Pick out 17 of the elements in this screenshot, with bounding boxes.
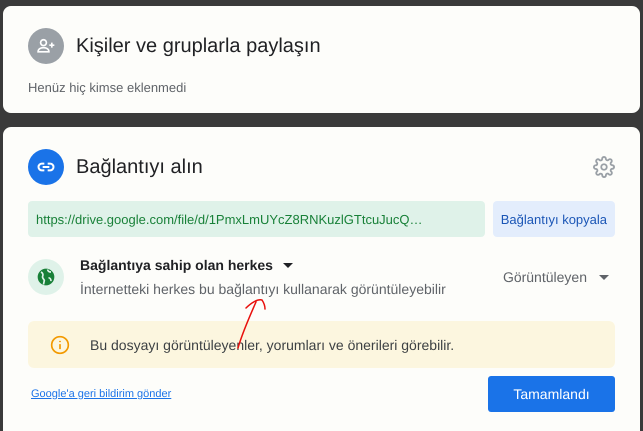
caret-icon	[282, 262, 293, 268]
feedback-link[interactable]: Google'a geri bildirim gönder	[31, 388, 172, 400]
role-dropdown[interactable]: Görüntüleyen	[496, 269, 615, 285]
caret-icon	[599, 274, 609, 280]
access-description: İnternetteki herkes bu bağlantıyı kullanarak görüntüleyebilir	[80, 281, 447, 297]
add-person-icon	[28, 28, 64, 64]
globe-icon	[28, 259, 64, 295]
info-icon	[50, 334, 70, 354]
section-title: Kişiler ve gruplarla paylaşın	[76, 34, 322, 58]
link-field[interactable]: https://drive.google.com/file/d/1PmxLmUYcZ8RNKuzlGTtcuJucQ…	[28, 201, 485, 237]
settings-icon[interactable]	[593, 156, 615, 178]
copy-link-button[interactable]: Bağlantıyı kopyala	[492, 201, 615, 237]
section-title: Bağlantıyı alın	[76, 156, 204, 178]
empty-message: Henüz hiç kimse eklenmedi	[28, 80, 188, 95]
done-button[interactable]: Tamamlandı	[488, 376, 615, 412]
link-icon	[28, 149, 64, 185]
access-dropdown[interactable]: Bağlantıya sahip olan herkes	[80, 257, 293, 273]
